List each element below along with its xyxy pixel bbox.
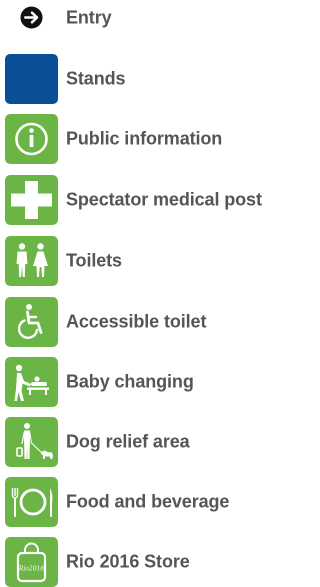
blue-square-icon — [5, 54, 58, 104]
legend-item-baby-changing: Baby changing — [0, 355, 286, 409]
dog-relief-icon — [5, 417, 58, 467]
store-bag-icon: Rio2016 — [5, 537, 58, 587]
legend-item-entry: Entry — [0, 0, 286, 36]
legend-label-toilets: Toilets — [66, 250, 122, 271]
legend-label-public-information: Public information — [66, 128, 223, 149]
legend-label-spectator-medical-post: Spectator medical post — [66, 189, 262, 210]
legend-item-dog-relief-area: Dog relief area — [0, 415, 286, 469]
legend-label-stands: Stands — [66, 68, 126, 89]
toilets-icon — [5, 236, 58, 286]
food-beverage-icon — [5, 477, 58, 527]
legend-item-rio-2016-store: Rio2016 Rio 2016 Store — [0, 535, 286, 587]
legend-label-baby-changing: Baby changing — [66, 371, 194, 392]
legend-label-entry: Entry — [66, 7, 112, 28]
baby-changing-icon — [5, 357, 58, 407]
legend-label-accessible-toilet: Accessible toilet — [66, 311, 207, 332]
legend-item-toilets: Toilets — [0, 234, 286, 288]
legend-item-public-information: Public information — [0, 112, 286, 166]
legend-label-dog-relief-area: Dog relief area — [66, 431, 190, 452]
information-icon — [5, 114, 58, 164]
medical-cross-icon — [5, 175, 58, 225]
legend-label-food-and-beverage: Food and beverage — [66, 491, 230, 512]
wheelchair-icon — [5, 297, 58, 347]
legend-label-rio-2016-store: Rio 2016 Store — [66, 551, 190, 572]
store-bag-logo-text: Rio2016 — [18, 566, 45, 573]
legend-item-spectator-medical-post: Spectator medical post — [0, 173, 286, 227]
legend-item-food-and-beverage: Food and beverage — [0, 475, 286, 529]
legend-item-accessible-toilet: Accessible toilet — [0, 295, 286, 349]
arrow-right-circle-icon — [20, 6, 43, 29]
legend-item-stands: Stands — [0, 52, 286, 106]
